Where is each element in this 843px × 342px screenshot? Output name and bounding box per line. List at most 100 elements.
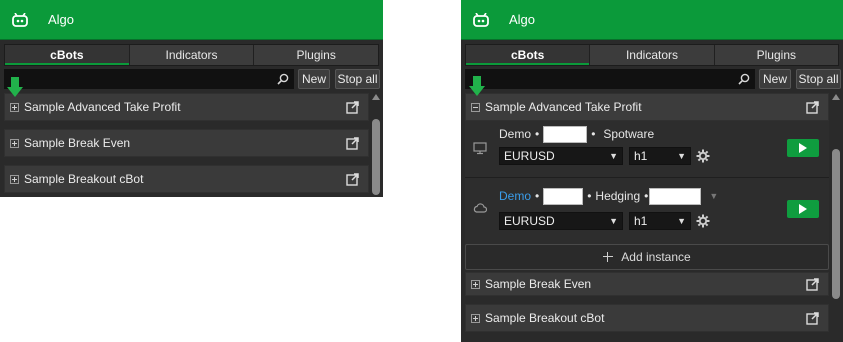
cloud-icon — [473, 202, 488, 216]
bullet-separator: • — [591, 127, 596, 141]
cbot-name: Sample Breakout cBot — [485, 311, 605, 325]
bullet-separator: • — [535, 189, 540, 203]
open-external-icon[interactable] — [346, 172, 360, 186]
tab-bar: cBots Indicators Plugins — [4, 44, 379, 66]
gear-icon[interactable] — [696, 214, 710, 228]
robot-icon — [471, 10, 491, 30]
app-header: Algo — [461, 0, 843, 40]
stop-all-button[interactable]: Stop all — [335, 69, 380, 89]
cbot-item[interactable]: Sample Break Even — [465, 272, 829, 296]
open-external-icon[interactable] — [346, 100, 360, 114]
stop-all-button[interactable]: Stop all — [796, 69, 841, 89]
instance-account-line: Demo • • Hedging • ▼ — [499, 187, 718, 205]
cbot-item[interactable]: Sample Breakout cBot — [465, 304, 829, 332]
account-type-link[interactable]: Demo — [499, 189, 531, 203]
open-external-icon[interactable] — [806, 311, 820, 325]
cbot-name: Sample Breakout cBot — [24, 172, 144, 186]
scroll-up-arrow-icon[interactable] — [371, 93, 381, 101]
cbot-name: Sample Advanced Take Profit — [24, 100, 181, 114]
tab-plugins[interactable]: Plugins — [254, 45, 379, 65]
toolbar: New Stop all — [4, 69, 380, 89]
account-number-field — [543, 125, 588, 143]
cbot-item[interactable]: Sample Breakout cBot — [4, 165, 369, 193]
cbot-list: Sample Advanced Take Profit Demo • • Spo… — [465, 93, 829, 342]
scrollbar[interactable] — [371, 93, 381, 197]
account-type-label: Demo — [499, 127, 532, 141]
chevron-down-icon: ▼ — [609, 216, 618, 226]
play-icon — [799, 143, 807, 153]
search-box — [465, 69, 755, 89]
timeframe-select[interactable]: h1 ▼ — [629, 212, 691, 230]
plus-icon — [603, 252, 614, 262]
green-down-arrow-icon — [469, 76, 485, 96]
cbot-name: Sample Advanced Take Profit — [485, 100, 642, 114]
cbot-name: Sample Break Even — [485, 277, 592, 291]
collapse-icon[interactable] — [471, 102, 480, 112]
instance-row: Demo • • Spotware EURUSD ▼ h1 ▼ — [465, 121, 829, 178]
broker-label: Spotware — [603, 127, 655, 141]
scroll-up-arrow-icon[interactable] — [831, 93, 841, 101]
account-mode-label: Hedging — [595, 189, 641, 203]
timeframe-value: h1 — [634, 214, 648, 228]
expand-icon[interactable] — [10, 174, 19, 184]
monitor-icon — [473, 141, 487, 155]
timeframe-select[interactable]: h1 ▼ — [629, 147, 691, 165]
expand-icon[interactable] — [10, 138, 19, 148]
algo-panel-expanded: Algo cBots Indicators Plugins New Stop a… — [461, 0, 843, 342]
add-instance-button[interactable]: Add instance — [465, 244, 829, 270]
algo-panel-collapsed: Algo cBots Indicators Plugins New Stop a… — [0, 0, 383, 197]
search-icon[interactable] — [738, 73, 750, 85]
cbot-item[interactable]: Sample Break Even — [4, 129, 369, 157]
symbol-select[interactable]: EURUSD ▼ — [499, 212, 623, 230]
tab-bar: cBots Indicators Plugins — [465, 44, 839, 66]
cbot-name: Sample Break Even — [24, 136, 131, 150]
new-button[interactable]: New — [298, 69, 330, 89]
expand-icon[interactable] — [471, 313, 480, 323]
tab-cbots[interactable]: cBots — [5, 45, 130, 65]
green-down-arrow-icon — [7, 77, 23, 97]
tab-plugins[interactable]: Plugins — [714, 45, 838, 65]
search-input[interactable] — [5, 70, 293, 88]
symbol-value: EURUSD — [504, 149, 555, 163]
timeframe-value: h1 — [634, 149, 648, 163]
add-instance-label: Add instance — [621, 250, 691, 264]
open-external-icon[interactable] — [346, 136, 360, 150]
scrollbar[interactable] — [831, 93, 841, 342]
app-header: Algo — [0, 0, 383, 40]
instance-account-line: Demo • • Spotware — [499, 125, 654, 143]
cbot-list: Sample Advanced Take Profit Sample Break… — [4, 93, 369, 197]
scrollbar-thumb[interactable] — [832, 149, 840, 299]
app-title: Algo — [48, 12, 75, 27]
bullet-separator: • — [535, 127, 540, 141]
chevron-down-icon[interactable]: ▼ — [709, 191, 718, 201]
tab-cbots[interactable]: cBots — [466, 45, 591, 65]
gear-icon[interactable] — [696, 149, 710, 163]
robot-icon — [10, 10, 30, 30]
chevron-down-icon: ▼ — [609, 151, 618, 161]
chevron-down-icon: ▼ — [677, 216, 686, 226]
account-name-field — [649, 187, 702, 205]
open-external-icon[interactable] — [806, 100, 820, 114]
search-icon[interactable] — [277, 73, 289, 85]
account-number-field — [543, 187, 584, 205]
search-box — [4, 69, 294, 89]
bullet-separator: • — [587, 189, 592, 203]
symbol-select[interactable]: EURUSD ▼ — [499, 147, 623, 165]
bullet-separator: • — [644, 189, 649, 203]
cbot-item-expanded[interactable]: Sample Advanced Take Profit — [465, 93, 829, 121]
expand-icon[interactable] — [471, 279, 480, 289]
expand-icon[interactable] — [10, 102, 19, 112]
search-input[interactable] — [466, 70, 754, 88]
new-button[interactable]: New — [759, 69, 791, 89]
app-title: Algo — [509, 12, 536, 27]
start-button[interactable] — [787, 200, 819, 218]
cbot-item[interactable]: Sample Advanced Take Profit — [4, 93, 369, 121]
start-button[interactable] — [787, 139, 819, 157]
tab-indicators[interactable]: Indicators — [590, 45, 715, 65]
scrollbar-thumb[interactable] — [372, 119, 380, 195]
play-icon — [799, 204, 807, 214]
instance-row: Demo • • Hedging • ▼ EURUSD ▼ h1 ▼ — [465, 178, 829, 246]
tab-indicators[interactable]: Indicators — [129, 45, 255, 65]
toolbar: New Stop all — [465, 69, 841, 89]
open-external-icon[interactable] — [806, 277, 820, 291]
